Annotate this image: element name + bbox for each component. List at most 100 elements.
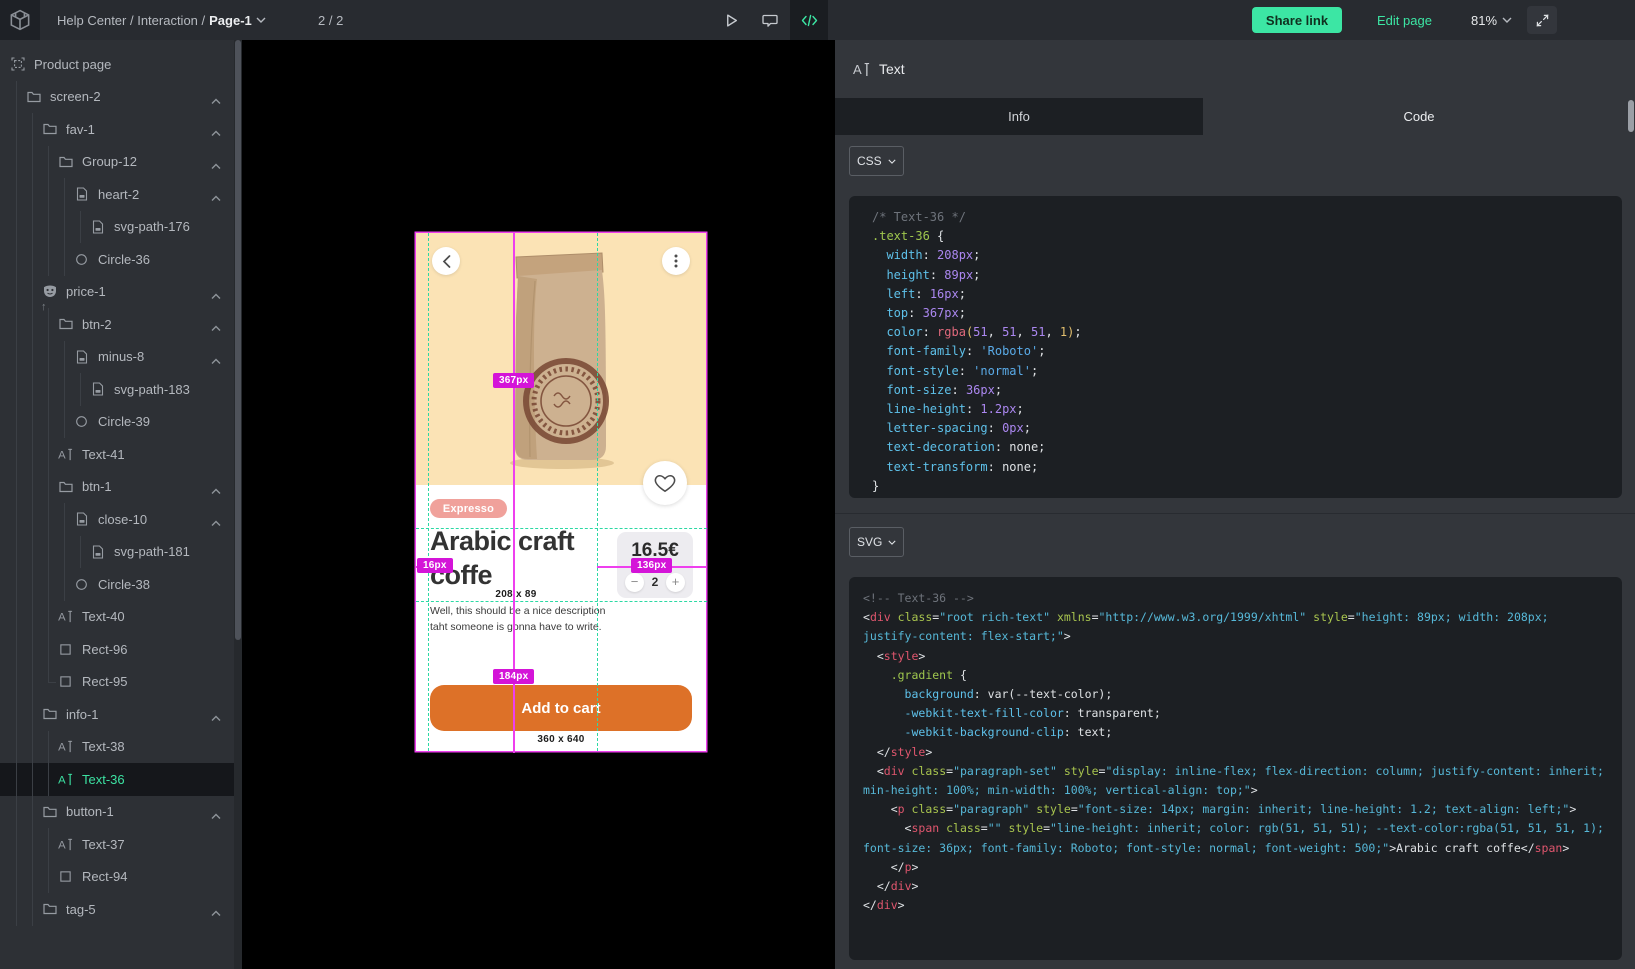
tree-item-label: minus-8 <box>98 349 144 364</box>
tree-item-label: svg-path-181 <box>114 544 190 559</box>
add-to-cart-button[interactable]: Add to cart <box>430 685 692 731</box>
favorite-button[interactable] <box>643 461 687 505</box>
tree-item-rect-95[interactable]: Rect-95 <box>0 666 234 699</box>
tree-indent-guide <box>32 373 33 406</box>
app-logo[interactable] <box>0 0 40 40</box>
collapse-chevron-icon[interactable] <box>211 353 221 360</box>
measurement-badge-136: 136px <box>631 558 672 573</box>
tree-indent-guide <box>16 536 17 569</box>
tree-item-product page[interactable]: Product page <box>0 48 234 81</box>
more-options-button[interactable] <box>662 247 690 275</box>
tree-indent-guide <box>32 146 33 179</box>
tree-item-label: button-1 <box>66 804 114 819</box>
tree-item-text-41[interactable]: A Text-41 <box>0 438 234 471</box>
collapse-chevron-icon[interactable] <box>211 483 221 490</box>
text-icon: A <box>58 447 73 462</box>
collapse-chevron-icon[interactable] <box>211 710 221 717</box>
circle-icon <box>74 414 89 429</box>
tab-info[interactable]: Info <box>835 98 1203 135</box>
tree-item-text-40[interactable]: AText-40 <box>0 601 234 634</box>
tree-item-label: heart-2 <box>98 187 139 202</box>
chevron-down-icon <box>888 159 896 164</box>
play-button[interactable] <box>712 0 750 40</box>
tree-indent-guide <box>16 373 17 406</box>
chevron-down-icon <box>1502 17 1512 23</box>
tree-item-label: tag-5 <box>66 902 96 917</box>
collapse-chevron-icon[interactable] <box>211 158 221 165</box>
code-view-button[interactable] <box>790 0 828 40</box>
comment-button[interactable] <box>751 0 789 40</box>
tree-item-text-37[interactable]: A Text-37 <box>0 828 234 861</box>
back-button[interactable] <box>432 247 460 275</box>
tree-item-svg-path-176[interactable]: svg-path-176 <box>0 211 234 244</box>
tree-indent-guide <box>48 536 49 569</box>
tree-item-rect-96[interactable]: Rect-96 <box>0 633 234 666</box>
tree-item-label: Text-41 <box>82 447 125 462</box>
collapse-chevron-icon[interactable] <box>211 190 221 197</box>
tree-item-tag-5[interactable]: tag-5 <box>0 893 234 926</box>
tree-item-rect-94[interactable]: Rect-94 <box>0 861 234 894</box>
collapse-chevron-icon[interactable] <box>211 808 221 815</box>
quantity-stepper[interactable]: − 2 + <box>617 572 693 592</box>
tree-item-screen-2[interactable]: screen-2 <box>0 81 234 114</box>
tree-indent-guide <box>64 178 65 211</box>
rect-icon <box>58 869 73 884</box>
tree-indent-guide <box>48 861 49 894</box>
tree-item-label: screen-2 <box>50 89 101 104</box>
collapse-chevron-icon[interactable] <box>211 515 221 522</box>
product-page-frame[interactable]: Expresso Arabic craft coffe 208 x 89 16.… <box>416 233 706 751</box>
panel-scrollbar-thumb[interactable] <box>1628 100 1634 132</box>
tree-item-circle-39[interactable]: Circle-39 <box>0 406 234 439</box>
fullscreen-button[interactable] <box>1527 6 1557 34</box>
tree-indent-guide <box>48 731 49 764</box>
tree-item-text-36[interactable]: AText-36 <box>0 763 234 796</box>
tree-indent-guide <box>64 568 65 601</box>
tree-item-label: Product page <box>34 57 111 72</box>
collapse-chevron-icon[interactable] <box>211 320 221 327</box>
tree-item-minus-8[interactable]: minus-8 <box>0 341 234 374</box>
tree-item-svg-path-183[interactable]: svg-path-183 <box>0 373 234 406</box>
tree-item-text-38[interactable]: AText-38 <box>0 731 234 764</box>
expand-icon <box>1536 14 1549 27</box>
code-line: <div class="root rich-text" xmlns="http:… <box>863 608 1608 646</box>
tree-item-label: svg-path-176 <box>114 219 190 234</box>
svg-language-select[interactable]: SVG <box>849 527 904 557</box>
tree-indent-guide <box>16 178 17 211</box>
increase-quantity-button[interactable]: + <box>666 573 685 592</box>
sidebar-scrollbar-thumb[interactable] <box>235 40 241 640</box>
tree-item-svg-path-181[interactable]: svg-path-181 <box>0 536 234 569</box>
design-canvas[interactable]: Expresso Arabic craft coffe 208 x 89 16.… <box>242 40 835 969</box>
tree-indent-guide <box>48 633 49 666</box>
tree-indent-guide <box>16 763 17 796</box>
tree-item-group-12[interactable]: Group-12 <box>0 146 234 179</box>
tree-indent-guide <box>16 796 17 829</box>
tree-item-fav-1[interactable]: fav-1 <box>0 113 234 146</box>
tree-item-btn-1[interactable]: btn-1 <box>0 471 234 504</box>
folder-icon <box>26 89 41 104</box>
edit-page-link[interactable]: Edit page <box>1377 0 1432 40</box>
svg-text:A: A <box>58 839 66 851</box>
tree-indent-guide <box>16 276 17 309</box>
css-language-select[interactable]: CSS <box>849 146 904 176</box>
svg-text:A: A <box>58 742 66 754</box>
decrease-quantity-button[interactable]: − <box>625 573 644 592</box>
tree-item-price-1[interactable]: price-1↑ <box>0 276 234 309</box>
tree-item-label: Text-37 <box>82 837 125 852</box>
share-link-button[interactable]: Share link <box>1252 7 1342 33</box>
tree-item-info-1[interactable]: info-1 <box>0 698 234 731</box>
tree-item-circle-36[interactable]: Circle-36 <box>0 243 234 276</box>
collapse-chevron-icon[interactable] <box>211 125 221 132</box>
sidebar-scrollbar[interactable] <box>234 40 242 969</box>
tree-item-button-1[interactable]: button-1 <box>0 796 234 829</box>
tree-item-close-10[interactable]: close-10 <box>0 503 234 536</box>
collapse-chevron-icon[interactable] <box>211 905 221 912</box>
collapse-chevron-icon[interactable] <box>211 288 221 295</box>
code-line: } <box>872 477 1608 496</box>
collapse-chevron-icon[interactable] <box>211 93 221 100</box>
tree-item-circle-38[interactable]: Circle-38 <box>0 568 234 601</box>
zoom-control[interactable]: 81% <box>1471 0 1512 40</box>
tab-code[interactable]: Code <box>1203 98 1635 135</box>
breadcrumb[interactable]: Help Center / Interaction / Page-1 <box>57 0 266 40</box>
tree-item-heart-2[interactable]: heart-2 <box>0 178 234 211</box>
tree-item-btn-2[interactable]: btn-2 <box>0 308 234 341</box>
